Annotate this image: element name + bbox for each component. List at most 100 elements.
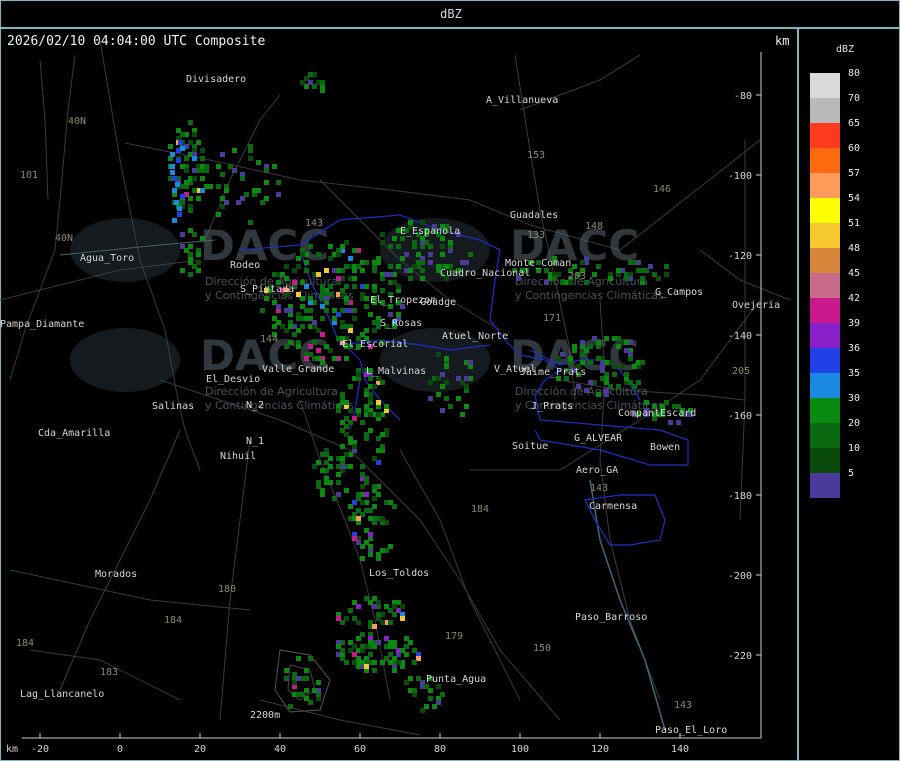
- legend-swatch: [810, 373, 840, 398]
- legend-swatch: [810, 98, 840, 123]
- legend-label: 5: [848, 468, 855, 479]
- route-number: 144: [260, 334, 278, 345]
- place-label: G_ALVEAR: [574, 433, 623, 444]
- route-number: 133: [527, 230, 545, 241]
- route-number: 184: [471, 504, 489, 515]
- svg-text:Dirección de Agricultura: Dirección de Agricultura: [205, 385, 338, 398]
- place-label: Monte_Coman: [505, 258, 571, 269]
- route-number: 143: [674, 700, 692, 711]
- legend-label: 45: [848, 268, 861, 279]
- route-number: 143: [305, 218, 323, 229]
- route-number: 148: [585, 221, 603, 232]
- legend-label: 60: [848, 143, 861, 154]
- legend-label: 57: [848, 168, 861, 179]
- x-tick-label: 100: [511, 744, 529, 755]
- legend-swatch: [810, 198, 840, 223]
- legend-label: 80: [848, 68, 861, 79]
- place-label: N_2: [246, 400, 264, 411]
- legend-label: 42: [848, 293, 861, 304]
- legend-label: 30: [848, 393, 861, 404]
- legend-swatch: [810, 448, 840, 473]
- place-label: El_Escorial: [342, 339, 408, 350]
- place-label: Aero_GA: [576, 465, 618, 476]
- legend-swatch: [810, 148, 840, 173]
- place-label: Los_Toldos: [369, 568, 429, 579]
- place-label: Rodeo: [230, 260, 260, 271]
- place-label: Agua_Toro: [80, 253, 134, 264]
- legend-swatch: [810, 423, 840, 448]
- svg-text:y Contingencias Climáticas: y Contingencias Climáticas: [515, 289, 664, 302]
- place-label: Atuel_Norte: [442, 331, 508, 342]
- place-label: Salinas: [152, 401, 194, 412]
- x-tick-label: 80: [434, 744, 446, 755]
- place-label: S_Rosas: [380, 318, 422, 329]
- legend-swatch: [810, 223, 840, 248]
- place-label: Guadales: [510, 210, 558, 221]
- x-axis-unit: km: [6, 744, 18, 755]
- place-label: A_Villanueva: [486, 95, 558, 106]
- x-tick-label: 40: [274, 744, 286, 755]
- route-number: 205: [732, 366, 750, 377]
- x-tick-label: 60: [354, 744, 366, 755]
- route-number: 179: [445, 631, 463, 642]
- y-tick-label: -120: [728, 251, 752, 262]
- route-number: 171: [543, 313, 561, 324]
- y-tick-label: -140: [728, 331, 752, 342]
- place-label: Punta_Agua: [426, 674, 486, 685]
- svg-text:y Contingencias Climáticas: y Contingencias Climáticas: [205, 399, 354, 412]
- place-label: 2200m: [250, 710, 280, 721]
- place-label: Jaime_Prats: [520, 367, 586, 378]
- x-tick-label: -20: [31, 744, 49, 755]
- place-label: El_Tropezon: [370, 295, 436, 306]
- legend-swatch: [810, 248, 840, 273]
- legend-label: 20: [848, 418, 861, 429]
- place-label: G_Campos: [655, 287, 703, 298]
- legend-label: 65: [848, 118, 861, 129]
- place-label: N_1: [246, 436, 264, 447]
- place-label: Bowen: [650, 442, 680, 453]
- place-label: Valle_Grande: [262, 364, 334, 375]
- legend-swatch: [810, 348, 840, 373]
- place-label: El_Desvio: [206, 374, 260, 385]
- legend-label: 35: [848, 368, 861, 379]
- x-tick-label: 0: [117, 744, 123, 755]
- x-tick-label: 20: [194, 744, 206, 755]
- legend-swatch: [810, 123, 840, 148]
- place-label: Cuadro_Nacional: [440, 268, 530, 279]
- legend-swatch: [810, 473, 840, 498]
- place-label: Pampa_Diamante: [0, 319, 84, 330]
- radar-map-canvas[interactable]: DACCDirección de Agriculturay Contingenc…: [0, 0, 900, 761]
- route-number: 101: [20, 170, 38, 181]
- x-tick-label: 140: [671, 744, 689, 755]
- legend-swatch: [810, 73, 840, 98]
- y-tick-label: -220: [728, 651, 752, 662]
- place-label: Paso_El_Loro: [655, 725, 727, 736]
- place-label: Ovejeria: [732, 300, 780, 311]
- legend-swatch: [810, 323, 840, 348]
- legend-unit-label: dBZ: [836, 44, 855, 55]
- route-number: 143: [590, 483, 608, 494]
- y-tick-label: -180: [728, 491, 752, 502]
- place-label: Cda_Amarilla: [38, 428, 110, 439]
- y-tick-label: -200: [728, 571, 752, 582]
- route-number: 180: [218, 584, 236, 595]
- legend-swatch: [810, 173, 840, 198]
- legend-label: 70: [848, 93, 861, 104]
- x-tick-label: 120: [591, 744, 609, 755]
- place-label: Morados: [95, 569, 137, 580]
- place-label: J_Prats: [531, 401, 573, 412]
- legend-swatch: [810, 273, 840, 298]
- place-label: Carmensa: [589, 501, 637, 512]
- route-number: 153: [527, 150, 545, 161]
- place-label: Lag_Llancanelo: [20, 689, 104, 700]
- y-tick-label: -160: [728, 411, 752, 422]
- place-label: L_Malvinas: [366, 366, 426, 377]
- route-number: 184: [164, 615, 182, 626]
- y-tick-label: -80: [734, 91, 752, 102]
- route-number: 40N: [68, 116, 86, 127]
- place-label: Nihuil: [220, 451, 256, 462]
- place-label: Divisadero: [186, 74, 246, 85]
- route-number: 40N: [55, 233, 73, 244]
- route-number: 203: [568, 271, 586, 282]
- route-number: 150: [533, 643, 551, 654]
